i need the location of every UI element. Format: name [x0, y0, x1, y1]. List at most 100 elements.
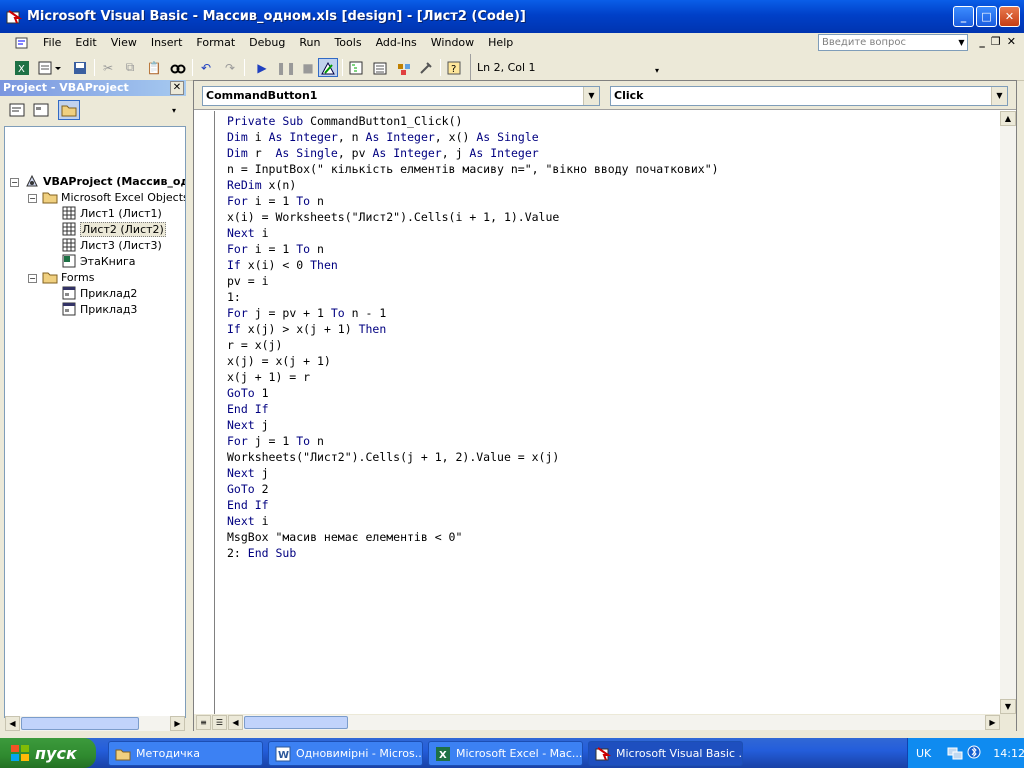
- mdi-close-button[interactable]: ✕: [1007, 35, 1016, 48]
- tree-node-thisworkbook[interactable]: ЭтаКнига: [61, 253, 136, 269]
- menu-insert[interactable]: Insert: [144, 36, 190, 49]
- task-word-document[interactable]: W Одновимірні - Micros...: [268, 741, 423, 766]
- scroll-right-icon[interactable]: ▶: [985, 715, 1000, 730]
- break-icon[interactable]: ❚❚: [276, 58, 296, 77]
- code-line[interactable]: n = InputBox(" кількість елментів масиву…: [227, 161, 719, 177]
- code-line[interactable]: x(j) = x(j + 1): [227, 353, 719, 369]
- code-line[interactable]: Next j: [227, 465, 719, 481]
- margin-indicator-bar[interactable]: [194, 111, 215, 714]
- project-horizontal-scrollbar[interactable]: ◀ ▶: [5, 716, 185, 731]
- tree-node-sheet2[interactable]: Лист2 (Лист2): [61, 221, 166, 237]
- save-icon[interactable]: [70, 58, 90, 77]
- tree-node-form-pryklad3[interactable]: Приклад3: [61, 301, 137, 317]
- menu-help[interactable]: Help: [481, 36, 520, 49]
- code-line[interactable]: x(i) = Worksheets("Лист2").Cells(i + 1, …: [227, 209, 719, 225]
- object-browser-icon[interactable]: [394, 58, 414, 77]
- code-line[interactable]: Next i: [227, 225, 719, 241]
- code-line[interactable]: r = x(j): [227, 337, 719, 353]
- full-module-view-icon[interactable]: ☰: [212, 715, 227, 730]
- vba-app-icon[interactable]: [5, 8, 23, 26]
- code-horizontal-scrollbar[interactable]: ◀ ▶: [228, 715, 1000, 730]
- code-line[interactable]: ReDim x(n): [227, 177, 719, 193]
- maximize-button[interactable]: □: [976, 6, 997, 27]
- office-assistant-icon[interactable]: ?: [444, 58, 464, 77]
- root-collapse-icon[interactable]: −: [10, 178, 19, 187]
- code-line[interactable]: 1:: [227, 289, 719, 305]
- cut-icon[interactable]: ✂: [98, 58, 118, 77]
- language-indicator[interactable]: UK: [916, 747, 931, 760]
- task-visual-basic[interactable]: Microsoft Visual Basic ...: [588, 741, 743, 766]
- procedure-view-icon[interactable]: ≡: [196, 715, 211, 730]
- title-bar[interactable]: Microsoft Visual Basic - Массив_одном.xl…: [0, 0, 1024, 33]
- tree-node-excel-objects[interactable]: Microsoft Excel Objects: [42, 189, 185, 205]
- undo-icon[interactable]: ↶: [196, 58, 216, 77]
- code-line[interactable]: 2: End Sub: [227, 545, 719, 561]
- menu-file[interactable]: File: [36, 36, 68, 49]
- scroll-up-icon[interactable]: ▲: [1000, 111, 1016, 126]
- code-line[interactable]: End If: [227, 497, 719, 513]
- menu-run[interactable]: Run: [292, 36, 327, 49]
- menu-edit[interactable]: Edit: [68, 36, 103, 49]
- view-object-icon[interactable]: [30, 100, 52, 120]
- code-line[interactable]: Next j: [227, 417, 719, 433]
- properties-window-icon[interactable]: [370, 58, 390, 77]
- code-line[interactable]: MsgBox "масив немає елементів < 0": [227, 529, 719, 545]
- minimize-button[interactable]: _: [953, 6, 974, 27]
- scroll-left-icon[interactable]: ◀: [228, 715, 243, 730]
- menu-tools[interactable]: Tools: [327, 36, 368, 49]
- bluetooth-icon[interactable]: [967, 745, 981, 762]
- help-question-input[interactable]: Введите вопрос: [818, 34, 968, 51]
- code-window-icon[interactable]: [14, 35, 30, 51]
- code-line[interactable]: x(j + 1) = r: [227, 369, 719, 385]
- help-dropdown-icon[interactable]: ▼: [956, 35, 967, 50]
- view-code-icon[interactable]: [6, 100, 28, 120]
- toggle-folders-icon[interactable]: [58, 100, 80, 120]
- code-line[interactable]: End If: [227, 401, 719, 417]
- tree-node-sheet3[interactable]: Лист3 (Лист3): [61, 237, 162, 253]
- start-button[interactable]: пуск: [0, 738, 96, 768]
- paste-icon[interactable]: 📋: [144, 58, 164, 77]
- run-icon[interactable]: ▶: [252, 58, 272, 77]
- code-line[interactable]: If x(j) > x(j + 1) Then: [227, 321, 719, 337]
- tree-node-sheet1[interactable]: Лист1 (Лист1): [61, 205, 162, 221]
- code-line[interactable]: GoTo 1: [227, 385, 719, 401]
- toolbox-icon[interactable]: [416, 58, 436, 77]
- code-line[interactable]: For i = 1 To n: [227, 241, 719, 257]
- code-line[interactable]: GoTo 2: [227, 481, 719, 497]
- find-icon[interactable]: [168, 58, 188, 77]
- tree-node-form-pryklad2[interactable]: Приклад2: [61, 285, 137, 301]
- copy-icon[interactable]: ⧉: [120, 58, 140, 77]
- reset-icon[interactable]: ■: [298, 58, 318, 77]
- scroll-thumb[interactable]: [244, 716, 348, 729]
- code-line[interactable]: Next i: [227, 513, 719, 529]
- menu-debug[interactable]: Debug: [242, 36, 292, 49]
- code-line[interactable]: For j = 1 To n: [227, 433, 719, 449]
- close-button[interactable]: ✕: [999, 6, 1020, 27]
- scroll-right-icon[interactable]: ▶: [170, 716, 185, 731]
- project-panel-close-button[interactable]: ✕: [170, 81, 184, 95]
- design-mode-icon[interactable]: [318, 58, 338, 77]
- code-line[interactable]: For j = pv + 1 To n - 1: [227, 305, 719, 321]
- menu-view[interactable]: View: [104, 36, 144, 49]
- scroll-down-icon[interactable]: ▼: [1000, 699, 1016, 714]
- project-explorer-icon[interactable]: [346, 58, 366, 77]
- network-icon[interactable]: [947, 744, 963, 763]
- code-editor[interactable]: Private Sub CommandButton1_Click() Dim i …: [227, 113, 719, 561]
- excel-objects-collapse-icon[interactable]: −: [28, 194, 37, 203]
- scroll-thumb[interactable]: [21, 717, 139, 730]
- code-line[interactable]: For i = 1 To n: [227, 193, 719, 209]
- procedure-dropdown[interactable]: Click ▼: [610, 86, 1008, 106]
- forms-collapse-icon[interactable]: −: [28, 274, 37, 283]
- chevron-down-icon[interactable]: ▼: [991, 87, 1007, 105]
- menu-add-ins[interactable]: Add-Ins: [369, 36, 424, 49]
- scroll-left-icon[interactable]: ◀: [5, 716, 20, 731]
- object-dropdown[interactable]: CommandButton1 ▼: [202, 86, 600, 106]
- mdi-restore-button[interactable]: ❐: [991, 35, 1001, 48]
- code-line[interactable]: If x(i) < 0 Then: [227, 257, 719, 273]
- code-line[interactable]: Dim r As Single, pv As Integer, j As Int…: [227, 145, 719, 161]
- excel-view-icon[interactable]: X: [12, 58, 32, 77]
- tree-node-vbaproject[interactable]: VBAProject (Массив_од: [24, 173, 185, 189]
- code-line[interactable]: Worksheets("Лист2").Cells(j + 1, 2).Valu…: [227, 449, 719, 465]
- chevron-down-icon[interactable]: ▼: [583, 87, 599, 105]
- code-line[interactable]: Private Sub CommandButton1_Click(): [227, 113, 719, 129]
